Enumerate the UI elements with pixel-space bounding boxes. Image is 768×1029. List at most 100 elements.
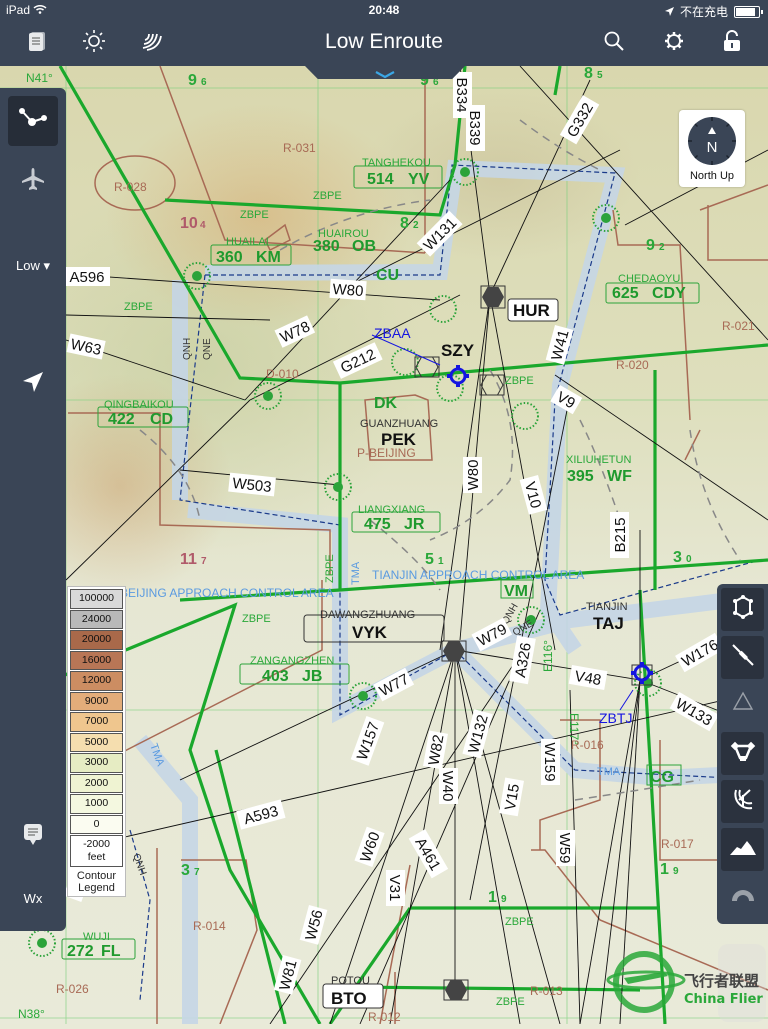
vor-label: BTO (331, 989, 367, 1008)
search-button[interactable] (599, 28, 629, 58)
svg-text:0: 0 (686, 554, 692, 565)
airway-label[interactable]: G332 (559, 95, 600, 145)
airway-label[interactable]: A593 (236, 799, 286, 830)
aircraft-button[interactable] (8, 156, 58, 206)
contour-legend-row: 0 (70, 814, 123, 834)
svg-text:5: 5 (597, 70, 603, 81)
restricted-area-label: R-020 (616, 358, 649, 372)
airway-label[interactable]: W80 (463, 457, 482, 493)
svg-text:WUJI: WUJI (83, 931, 110, 943)
svg-text:7: 7 (201, 556, 207, 567)
airway-label[interactable]: A596 (64, 267, 110, 286)
airway-label[interactable]: V10 (519, 475, 548, 515)
chart-type-dropdown[interactable]: Low ▾ (8, 241, 58, 291)
protractor-tool[interactable] (721, 876, 764, 919)
airway-label[interactable]: W40 (439, 768, 458, 804)
airway-label[interactable]: A461 (408, 829, 449, 879)
airway-label[interactable]: B339 (466, 105, 485, 151)
svg-text:HUAILAI: HUAILAI (226, 236, 269, 248)
restricted-area-label: R-031 (283, 141, 316, 155)
svg-text:XILIUHETUN: XILIUHETUN (566, 454, 631, 466)
grid-mora: 10 (180, 215, 198, 232)
terrain-icon (729, 838, 757, 861)
svg-text:625: 625 (612, 285, 639, 302)
altitude-label: QNE (202, 338, 213, 360)
restricted-area-label: R-026 (56, 982, 89, 996)
page-title: Low Enroute (325, 30, 443, 53)
documents-button[interactable] (22, 28, 52, 58)
svg-text:A596: A596 (69, 269, 104, 286)
lock-button[interactable] (717, 28, 747, 58)
airway-label[interactable]: W59 (556, 830, 575, 866)
airway-label[interactable]: W63 (66, 333, 106, 360)
airway-label[interactable]: W82 (423, 730, 448, 770)
svg-text:W59: W59 (556, 833, 573, 864)
svg-text:LIANGXIANG: LIANGXIANG (358, 504, 425, 516)
layers-button[interactable] (137, 28, 167, 58)
obstacle-toggle[interactable] (721, 682, 764, 725)
grid-mora: 1 (660, 861, 669, 878)
svg-text:475: 475 (364, 516, 391, 533)
svg-text:360: 360 (216, 249, 243, 266)
svg-text:2: 2 (413, 220, 419, 231)
airway-toggle[interactable] (721, 636, 764, 679)
battery-level (736, 7, 755, 16)
weather-button[interactable]: Wx (8, 873, 58, 923)
grid-label: N38° (18, 1007, 45, 1021)
ndb-symbol (391, 348, 419, 376)
contour-legend-row: 5000 (70, 732, 123, 752)
airport-label: ZBTJ (599, 710, 632, 726)
fir-label: ZBPE (240, 209, 269, 221)
location-services-icon (664, 5, 674, 19)
message-icon (23, 823, 43, 852)
settings-button[interactable] (659, 28, 689, 58)
airway-label[interactable]: V31 (386, 870, 405, 906)
chart-type-label: Low ▾ (16, 258, 50, 273)
fir-label: ZBPE (124, 301, 153, 313)
watermark: 飞行者联盟 China Flier (606, 940, 768, 1024)
terrain-toggle[interactable] (721, 828, 764, 871)
airway-label[interactable]: W80 (329, 278, 367, 301)
chevron-down-icon[interactable] (374, 66, 396, 84)
layers-icon (141, 30, 163, 57)
ndb-label-wuji: WUJI 272 FL (61, 931, 136, 960)
airway-label[interactable]: W503 (228, 472, 276, 497)
grid-toggle[interactable] (721, 780, 764, 823)
ndb-label-huailai: HUAILAI 360 KM (210, 236, 292, 266)
contour-legend-row: 12000 (70, 671, 123, 691)
airway-label[interactable]: G212 (332, 342, 383, 379)
airway-label[interactable]: B215 (610, 512, 629, 558)
airway-label[interactable]: V48 (568, 665, 608, 690)
north-up-button[interactable]: N North Up (679, 110, 745, 187)
battery-icon (734, 5, 763, 18)
brightness-button[interactable] (79, 28, 109, 58)
vor-bto-symbol (443, 979, 469, 1001)
airspace-toggle[interactable] (721, 732, 764, 775)
contour-legend-row: 7000 (70, 712, 123, 732)
svg-text:4: 4 (200, 220, 206, 231)
airway-label[interactable]: W78 (274, 315, 316, 348)
svg-text:1: 1 (438, 556, 444, 567)
svg-text:9: 9 (501, 894, 507, 905)
route-button[interactable] (8, 96, 58, 146)
ndb-label-chedaoyu: CHEDAOYU 625 CDY (605, 273, 700, 304)
ndb-label-liangxiang: LIANGXIANG 475 JR (351, 504, 441, 533)
svg-text:422: 422 (108, 411, 135, 428)
airway-label[interactable]: W157 (350, 715, 385, 766)
location-button[interactable] (8, 359, 58, 409)
airway-label[interactable]: W159 (541, 739, 560, 785)
approach-area-label: BEIJING APPROACH CONTROL AREA (120, 586, 334, 600)
navaid-toggle[interactable] (721, 588, 764, 631)
altitude-label: QNH (130, 852, 148, 877)
restricted-area-label: R-017 (661, 837, 694, 851)
messages-button[interactable] (8, 812, 58, 862)
airway-label[interactable]: V15 (499, 777, 524, 817)
weather-label: Wx (23, 890, 43, 906)
ndb-symbol (28, 929, 56, 957)
compass-icon: N (687, 116, 737, 171)
contour-legend-row: 24000 (70, 609, 123, 629)
vor-name: TIANJIN (586, 601, 628, 613)
airway-label[interactable]: W56 (299, 905, 328, 945)
airway-label[interactable]: W133 (669, 691, 719, 732)
airway-label[interactable]: W81 (273, 955, 302, 995)
